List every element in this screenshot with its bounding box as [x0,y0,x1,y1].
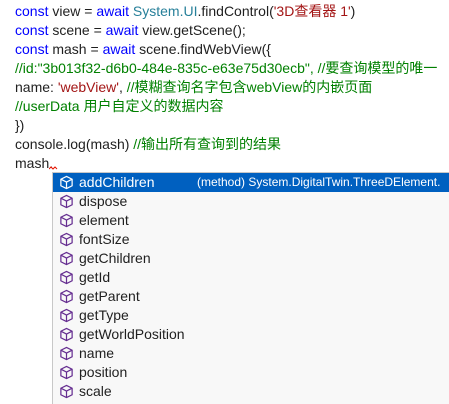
keyword-token: const [15,41,49,57]
suggestion-item[interactable]: getChildren [53,249,449,268]
code-token: scene = [48,22,106,38]
suggestion-label: getType [79,307,129,323]
code-token: mash. [15,155,54,171]
code-token: view = [48,3,97,19]
cube-icon [60,251,73,266]
keyword-token: await [96,3,130,19]
comment-token: //模糊查询名字包含webView的内嵌页面 [126,79,373,95]
comment-token: //id:"3b013f32-d6b0-484e-835c-e63e75d30e… [15,60,438,76]
cube-icon [60,365,73,380]
keyword-token: await [102,41,136,57]
cube-icon [60,384,73,399]
code-token: .findControl( [197,3,274,19]
suggestion-item[interactable]: getType [53,306,449,325]
cube-icon [60,175,73,190]
suggestion-item[interactable]: name [53,344,449,363]
code-token: view.getScene(); [138,22,246,38]
code-line-3: const mash = await scene.findWebView({ [15,40,271,59]
cube-icon [60,270,73,285]
code-token: console.log(mash) [15,136,134,152]
suggestion-item[interactable]: position [53,363,449,382]
code-line-1: const view = await System.UI.findControl… [15,2,355,21]
suggestion-label: name [79,345,115,361]
keyword-token: await [105,22,139,38]
string-token: '3D查看器 1' [273,3,351,19]
cube-icon [60,232,73,247]
code-token: , [118,79,127,95]
suggestion-item[interactable]: scale [53,382,449,401]
code-token: scene.findWebView({ [135,41,271,57]
comment-token: //userData 用户自定义的数据内容 [15,98,224,114]
type-token: System.UI [132,3,198,19]
cube-icon [60,194,73,209]
suggestion-label: getChildren [79,250,151,266]
suggestion-label: getWorldPosition [79,326,185,342]
keyword-token: const [15,22,49,38]
suggestion-label: addChildren [79,174,155,190]
code-token: ) [350,3,356,19]
suggestion-item[interactable]: getWorldPosition [53,325,449,344]
suggestion-label: scale [79,383,112,399]
suggestion-label: position [79,364,128,380]
keyword-token: const [15,3,49,19]
cube-icon [60,327,73,342]
suggestion-widget[interactable]: addChildren (method) System.DigitalTwin.… [52,172,449,404]
code-line-9: mash. [15,154,53,173]
code-line-7: }) [15,116,24,135]
suggestion-label: fontSize [79,231,130,247]
suggestion-label: getParent [79,288,140,304]
suggestion-item[interactable]: element [53,211,449,230]
code-line-4: //id:"3b013f32-d6b0-484e-835c-e63e75d30e… [15,59,437,78]
suggestion-label: dispose [79,193,128,209]
suggestion-item[interactable]: fontSize [53,230,449,249]
comment-token: //输出所有查询到的结果 [133,136,282,152]
suggestion-item[interactable]: getId [53,268,449,287]
string-token: 'webView' [57,79,119,95]
cube-icon [60,213,73,228]
cube-icon [60,308,73,323]
code-line-8: console.log(mash) //输出所有查询到的结果 [15,135,281,154]
suggestion-item[interactable]: addChildren (method) System.DigitalTwin.… [53,173,449,192]
code-line-2: const scene = await view.getScene(); [15,21,246,40]
suggestion-item[interactable]: getParent [53,287,449,306]
suggestion-detail: (method) System.DigitalTwin.ThreeDElemen… [197,175,441,189]
suggestion-label: element [79,212,129,228]
code-line-5: name: 'webView', //模糊查询名字包含webView的内嵌页面 [15,78,372,97]
code-line-6: //userData 用户自定义的数据内容 [15,97,223,116]
suggestion-label: getId [79,269,111,285]
code-token: }) [15,117,25,133]
code-token: mash = [48,41,103,57]
cube-icon [60,346,73,361]
code-token: name: [15,79,58,95]
cube-icon [60,289,73,304]
suggestion-item[interactable]: dispose [53,192,449,211]
error-squiggle [49,166,58,170]
